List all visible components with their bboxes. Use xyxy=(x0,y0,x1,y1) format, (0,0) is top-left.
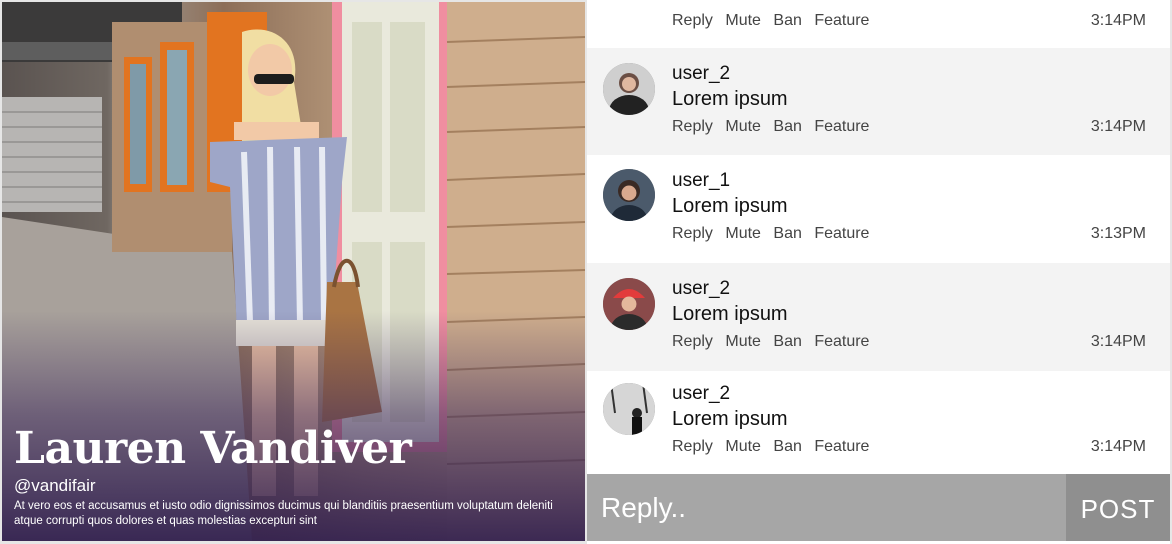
message-text: Lorem ipsum xyxy=(672,88,788,110)
avatar[interactable] xyxy=(603,63,655,115)
message-actions: Reply Mute Ban Feature xyxy=(672,438,877,456)
message-time: 3:14PM xyxy=(1090,118,1146,135)
message-text: Lorem ipsum xyxy=(672,195,788,217)
list-item: user_2 Lorem ipsum Reply Mute Ban Featur… xyxy=(587,371,1170,474)
feature-action[interactable]: Feature xyxy=(814,118,869,135)
reply-action[interactable]: Reply xyxy=(672,438,713,455)
profile-bio: At vero eos et accusamus et iusto odio d… xyxy=(14,500,553,527)
message-time: 3:14PM xyxy=(1090,438,1146,455)
mute-action[interactable]: Mute xyxy=(725,438,761,455)
feature-action[interactable]: Feature xyxy=(814,225,869,242)
message-time: 3:14PM xyxy=(1090,333,1146,350)
profile-hero: Lauren Vandiver @vandifair At vero eos e… xyxy=(2,2,585,541)
message-actions: Reply Mute Ban Feature xyxy=(672,12,877,30)
reply-action[interactable]: Reply xyxy=(672,225,713,242)
reply-input[interactable] xyxy=(587,474,1066,541)
message-text: Lorem ipsum xyxy=(672,408,788,430)
message-username[interactable]: user_2 xyxy=(672,63,730,85)
message-actions: Reply Mute Ban Feature xyxy=(672,333,877,351)
ban-action[interactable]: Ban xyxy=(773,225,801,242)
reply-action[interactable]: Reply xyxy=(672,333,713,350)
profile-name: Lauren Vandiver xyxy=(14,423,412,474)
ban-action[interactable]: Ban xyxy=(773,12,801,29)
list-item: user_2 Lorem ipsum Reply Mute Ban Featur… xyxy=(587,263,1170,371)
message-actions: Reply Mute Ban Feature xyxy=(672,118,877,136)
message-username[interactable]: user_1 xyxy=(672,170,730,192)
mute-action[interactable]: Mute xyxy=(725,225,761,242)
message-username[interactable]: user_2 xyxy=(672,383,730,405)
message-actions: Reply Mute Ban Feature xyxy=(672,225,877,243)
avatar[interactable] xyxy=(603,383,655,435)
feature-action[interactable]: Feature xyxy=(814,333,869,350)
list-item: user_1 Lorem ipsum Reply Mute Ban Featur… xyxy=(587,155,1170,263)
profile-info: Lauren Vandiver @vandifair At vero eos e… xyxy=(14,426,569,529)
profile-handle[interactable]: @vandifair xyxy=(14,476,569,496)
message-time: 3:14PM xyxy=(1090,12,1146,29)
mute-action[interactable]: Mute xyxy=(725,12,761,29)
message-text: Lorem ipsum xyxy=(672,303,788,325)
ban-action[interactable]: Ban xyxy=(773,438,801,455)
ban-action[interactable]: Ban xyxy=(773,118,801,135)
feature-action[interactable]: Feature xyxy=(814,12,869,29)
chat-panel: Reply Mute Ban Feature 3:14PM user_2 Lor… xyxy=(587,0,1170,544)
list-item: user_2 Lorem ipsum Reply Mute Ban Featur… xyxy=(587,48,1170,155)
avatar[interactable] xyxy=(603,278,655,330)
avatar[interactable] xyxy=(603,169,655,221)
mute-action[interactable]: Mute xyxy=(725,118,761,135)
message-username[interactable]: user_2 xyxy=(672,278,730,300)
post-button[interactable]: POST xyxy=(1066,474,1170,541)
reply-composer: POST xyxy=(587,474,1170,541)
feature-action[interactable]: Feature xyxy=(814,438,869,455)
ban-action[interactable]: Ban xyxy=(773,333,801,350)
list-item: Reply Mute Ban Feature 3:14PM xyxy=(587,0,1170,48)
reply-action[interactable]: Reply xyxy=(672,118,713,135)
mute-action[interactable]: Mute xyxy=(725,333,761,350)
reply-action[interactable]: Reply xyxy=(672,12,713,29)
message-time: 3:13PM xyxy=(1090,225,1146,242)
